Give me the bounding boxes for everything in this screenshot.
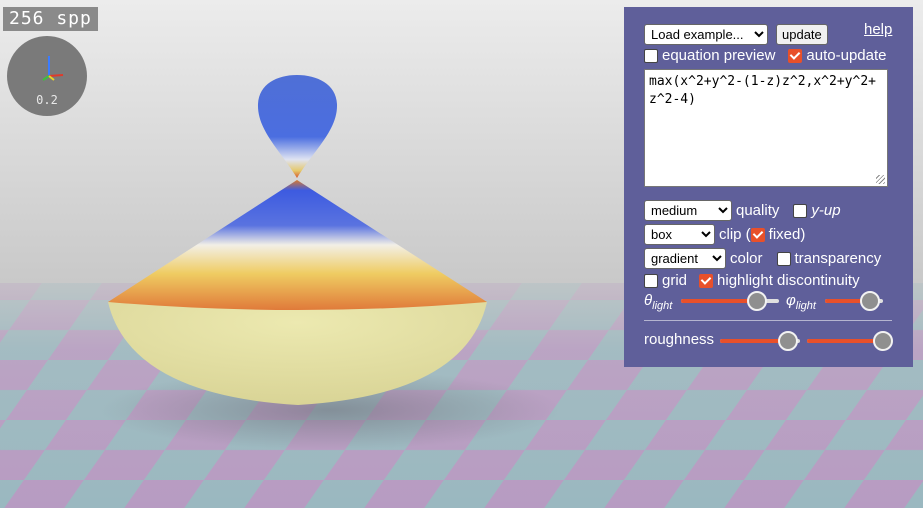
transparency-checkbox[interactable] [776,251,791,266]
phi-symbol: φ [786,292,796,309]
phi-light-label: φlight [786,292,816,312]
slider-fill [681,299,758,303]
update-button[interactable]: update [776,24,828,45]
equation-text: max(x^2+y^2-(1-z)z^2,x^2+y^2+z^2-4) [649,74,876,107]
panel-divider [644,320,892,321]
transparency-label: transparency [794,250,882,267]
grid-checkbox[interactable] [644,273,658,288]
phi-subscript: light [795,300,816,312]
quality-label: quality [736,202,780,219]
slider-fill [807,339,883,343]
y-up-label: y-up [811,202,841,219]
highlight-discontinuity-label: highlight discontinuity [717,272,860,289]
auto-update-checkbox[interactable] [788,48,803,63]
quality-select[interactable]: medium [644,200,732,221]
auto-update-label: auto-update [806,47,887,64]
equation-preview-label: equation preview [662,47,776,64]
slider-thumb[interactable] [778,331,798,351]
roughness-label: roughness [644,331,715,348]
axis-gizmo[interactable]: 0.2 [7,36,87,116]
clip-label: clip ( [719,226,751,243]
resize-grip-icon[interactable] [876,175,885,184]
equation-preview-checkbox[interactable] [644,48,658,63]
theta-light-slider[interactable] [681,291,779,311]
highlight-discontinuity-checkbox[interactable] [699,273,714,288]
theta-symbol: θ [644,292,653,309]
samples-per-pixel-label: 256 spp [3,7,98,31]
color-select[interactable]: gradient [644,248,726,269]
grid-label: grid [662,272,688,289]
control-panel: Load example... update help equation pre… [624,7,913,367]
slider-thumb[interactable] [873,331,893,351]
equation-textarea[interactable]: max(x^2+y^2-(1-z)z^2,x^2+y^2+z^2-4) [644,69,888,187]
theta-subscript: light [652,300,673,312]
axis-scale-label: 0.2 [36,93,58,107]
theta-light-label: θlight [644,292,672,312]
clip-select[interactable]: box [644,224,715,245]
example-select[interactable]: Load example... [644,24,768,45]
roughness-slider-1[interactable] [720,331,800,351]
color-label: color [730,250,763,267]
fixed-label: fixed) [768,226,806,243]
roughness-slider-2[interactable] [807,331,893,351]
help-link[interactable]: help [864,21,892,38]
slider-thumb[interactable] [747,291,768,311]
y-up-checkbox[interactable] [793,203,808,218]
phi-light-slider[interactable] [825,291,883,311]
slider-thumb[interactable] [860,291,881,311]
fixed-checkbox[interactable] [750,227,765,242]
